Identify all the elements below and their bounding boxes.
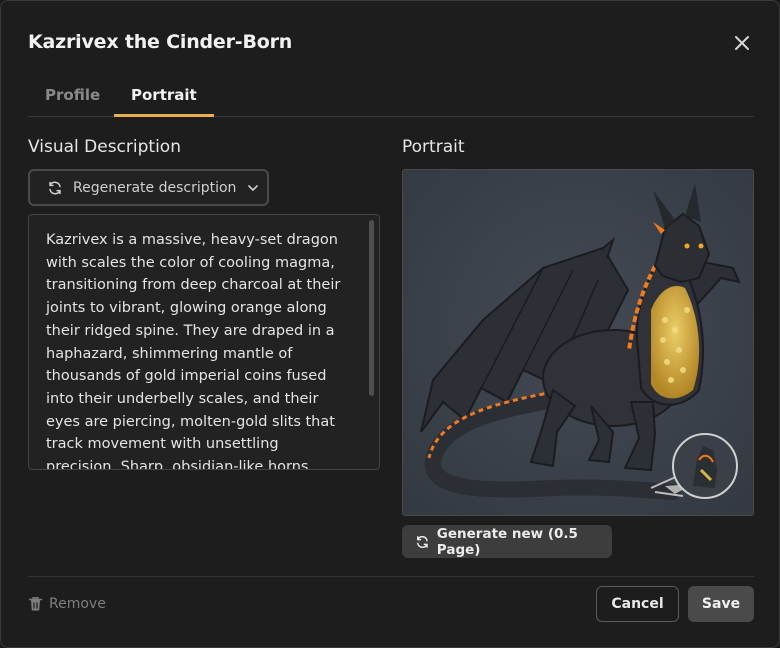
cancel-button[interactable]: Cancel [596, 586, 679, 622]
portrait-image [402, 169, 754, 516]
refresh-icon [49, 181, 61, 194]
dragon-illustration [403, 170, 753, 515]
remove-label: Remove [49, 596, 106, 612]
trash-icon [28, 597, 43, 611]
character-dialog: Kazrivex the Cinder-Born Profile Portrai… [0, 0, 780, 648]
description-scrollbar[interactable] [369, 220, 374, 396]
tab-profile[interactable]: Profile [28, 77, 117, 117]
remove-button[interactable]: Remove [28, 593, 106, 615]
generate-new-portrait-button[interactable]: Generate new (0.5 Page) [402, 525, 612, 558]
save-button[interactable]: Save [688, 586, 754, 622]
refresh-icon [417, 535, 428, 548]
close-button[interactable] [731, 32, 753, 54]
tab-bar: Profile Portrait [28, 77, 754, 117]
generate-new-label: Generate new (0.5 Page) [436, 525, 578, 558]
dialog-title: Kazrivex the Cinder-Born [28, 31, 293, 53]
regenerate-description-label: Regenerate description [73, 179, 237, 196]
footer-divider [28, 576, 754, 577]
visual-description-heading: Visual Description [28, 137, 181, 157]
regenerate-description-button[interactable]: Regenerate description [28, 169, 269, 206]
portrait-heading: Portrait [402, 137, 465, 157]
description-text: Kazrivex is a massive, heavy-set dragon … [46, 232, 341, 470]
close-icon [735, 36, 749, 50]
tab-portrait[interactable]: Portrait [114, 77, 214, 117]
chevron-down-icon [248, 184, 259, 191]
description-textarea[interactable]: Kazrivex is a massive, heavy-set dragon … [28, 214, 380, 470]
